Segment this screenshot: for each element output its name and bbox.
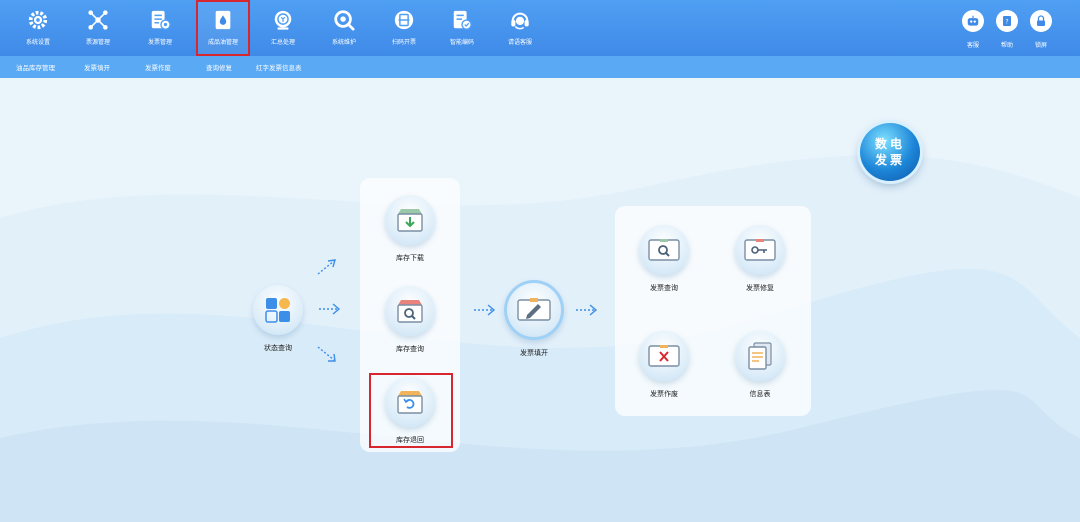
stock-query-label: 库存查询 bbox=[396, 345, 424, 353]
toolbar-item-label: 汇总处理 bbox=[270, 39, 295, 46]
network-icon bbox=[88, 10, 108, 30]
toolbar-item-scan-invoice[interactable]: 扫码开票 bbox=[376, 0, 432, 56]
maintenance-icon bbox=[334, 10, 355, 31]
toolbar-right-label: 帮助 bbox=[1000, 42, 1013, 49]
top-toolbar: 系统设置 票源管理 发票管理 成品油管理 汇总处理 系统维护 扫码开票 智能编码… bbox=[0, 0, 1080, 56]
invoice-fill-label: 发票填开 bbox=[520, 349, 548, 357]
scan-icon bbox=[394, 10, 414, 30]
arrow-right-icon bbox=[576, 304, 598, 316]
invoice-fill-node[interactable]: 发票填开 bbox=[494, 280, 574, 358]
info-sheet-label: 信息表 bbox=[749, 390, 771, 398]
stock-query-icon bbox=[385, 286, 435, 336]
toolbar-item-invoice-management[interactable]: 发票管理 bbox=[132, 0, 188, 56]
invoice-repair-label: 发票修复 bbox=[746, 284, 774, 292]
subnav-item-invoice-void[interactable]: 发票作废 bbox=[145, 62, 171, 72]
digital-invoice-badge: 数电 发票 bbox=[860, 123, 920, 181]
toolbar-item-label: 扫码开票 bbox=[391, 39, 416, 46]
lock-icon bbox=[1030, 10, 1052, 32]
toolbar-item-summary[interactable]: 汇总处理 bbox=[255, 0, 311, 56]
subnav-item-invoice-fill[interactable]: 发票填开 bbox=[84, 62, 110, 72]
arrow-up-right-icon bbox=[317, 259, 336, 275]
toolbar-item-label: 成品油管理 bbox=[207, 39, 238, 46]
gear-icon bbox=[28, 10, 48, 30]
svg-text:?: ? bbox=[1005, 19, 1008, 26]
info-sheet-icon bbox=[735, 331, 785, 381]
toolbar-item-label: 发票管理 bbox=[147, 39, 172, 46]
toolbar-item-label: 票源管理 bbox=[85, 39, 110, 46]
stock-query-node[interactable]: 库存查询 bbox=[370, 286, 450, 354]
stock-download-icon bbox=[385, 195, 435, 245]
sub-navigation: 油品库存管理 发票填开 发票作废 查询修复 红字发票信息表 bbox=[0, 56, 1080, 78]
toolbar-item-oil-management[interactable]: 成品油管理 bbox=[196, 0, 250, 56]
toolbar-item-label: 系统维护 bbox=[331, 39, 356, 46]
oil-drop-icon bbox=[215, 10, 231, 30]
state-query-icon bbox=[253, 285, 303, 335]
invoice-void-icon bbox=[639, 331, 689, 381]
state-query-label: 状态查询 bbox=[264, 344, 292, 352]
toolbar-customer-service-button[interactable]: 客服 bbox=[956, 0, 990, 56]
toolbar-item-label: 请语客服 bbox=[507, 39, 532, 46]
toolbar-item-system-settings[interactable]: 系统设置 bbox=[10, 0, 66, 56]
help-book-icon: ? bbox=[996, 10, 1018, 32]
summary-icon bbox=[274, 10, 292, 30]
toolbar-item-customer-service[interactable]: 请语客服 bbox=[492, 0, 548, 56]
subnav-item-red-invoice-sheet[interactable]: 红字发票信息表 bbox=[256, 62, 302, 72]
subnav-item-oil-stock[interactable]: 油品库存管理 bbox=[16, 62, 55, 72]
invoice-query-node[interactable]: 发票查询 bbox=[624, 225, 704, 293]
toolbar-item-system-maintenance[interactable]: 系统维护 bbox=[316, 0, 372, 56]
invoice-repair-icon bbox=[735, 225, 785, 275]
invoice-void-label: 发票作废 bbox=[650, 390, 678, 398]
arrow-down-right-icon bbox=[317, 346, 336, 362]
badge-line-1: 数电 bbox=[874, 137, 905, 151]
toolbar-item-ticket-source[interactable]: 票源管理 bbox=[70, 0, 126, 56]
toolbar-right-label: 锁屏 bbox=[1034, 42, 1047, 49]
toolbar-lock-button[interactable]: 锁屏 bbox=[1024, 0, 1058, 56]
toolbar-right-label: 客服 bbox=[966, 42, 979, 49]
invoice-settings-icon bbox=[151, 10, 171, 30]
subnav-item-query-repair[interactable]: 查询修复 bbox=[206, 62, 232, 72]
robot-icon bbox=[962, 10, 984, 32]
headset-icon bbox=[511, 12, 529, 30]
invoice-query-label: 发票查询 bbox=[650, 284, 678, 292]
stock-download-node[interactable]: 库存下载 bbox=[370, 195, 450, 263]
stock-download-label: 库存下载 bbox=[396, 254, 424, 262]
state-query-node[interactable]: 状态查询 bbox=[238, 285, 318, 353]
toolbar-help-button[interactable]: ? 帮助 bbox=[990, 0, 1024, 56]
invoice-repair-node[interactable]: 发票修复 bbox=[720, 225, 800, 293]
smart-code-icon bbox=[453, 10, 472, 30]
toolbar-item-label: 系统设置 bbox=[25, 39, 50, 46]
info-sheet-node[interactable]: 信息表 bbox=[720, 331, 800, 399]
toolbar-item-smart-coding[interactable]: 智能编码 bbox=[434, 0, 490, 56]
invoice-query-icon bbox=[639, 225, 689, 275]
arrow-right-icon bbox=[319, 303, 341, 315]
invoice-void-node[interactable]: 发票作废 bbox=[624, 331, 704, 399]
toolbar-item-label: 智能编码 bbox=[449, 39, 474, 46]
badge-line-2: 发票 bbox=[874, 153, 905, 167]
invoice-fill-icon bbox=[504, 280, 564, 340]
highlight-box-stock-return bbox=[369, 373, 453, 448]
